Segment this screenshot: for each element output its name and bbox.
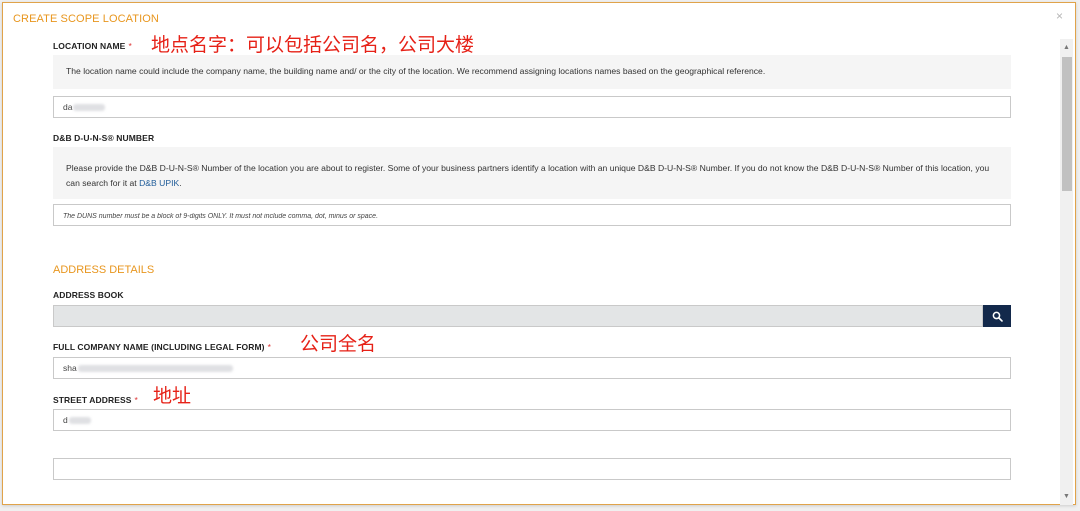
duns-number-label: D&B D-U-N-S® NUMBER [53, 133, 155, 143]
redacted-text [73, 103, 106, 111]
required-marker: * [128, 41, 132, 51]
address-details-title: ADDRESS DETAILS [53, 264, 155, 276]
modal-title: CREATE SCOPE LOCATION [13, 13, 159, 25]
modal-content: LOCATION NAME * 地点名字：可以包括公司名，公司大楼 The loc… [3, 33, 1049, 505]
full-company-name-input[interactable]: sha [53, 357, 1011, 379]
address-book-label: ADDRESS BOOK [53, 290, 124, 300]
required-marker: * [267, 342, 272, 352]
search-icon [992, 311, 1003, 322]
street-address-annotation: 地址 [153, 386, 192, 407]
redacted-text [68, 416, 91, 424]
scroll-up-icon[interactable]: ▲ [1060, 41, 1073, 54]
scrollbar-thumb[interactable] [1062, 57, 1072, 191]
street-address-label: STREET ADDRESS * [53, 395, 138, 405]
scroll-down-icon[interactable]: ▼ [1060, 490, 1073, 503]
location-name-label: LOCATION NAME * [53, 41, 132, 51]
location-name-input[interactable]: da [53, 96, 1011, 118]
address-book-row [53, 305, 1011, 327]
location-name-annotation: 地点名字：可以包括公司名，公司大楼 [151, 35, 475, 56]
duns-number-input[interactable] [53, 204, 1011, 226]
street-address-input[interactable]: d [53, 409, 1011, 431]
required-marker: * [134, 395, 138, 405]
address-book-search-button[interactable] [983, 305, 1011, 327]
full-company-name-label: FULL COMPANY NAME (INCLUDING LEGAL FORM)… [53, 342, 272, 352]
create-scope-location-modal: CREATE SCOPE LOCATION × LOCATION NAME * 地… [2, 2, 1076, 505]
company-name-annotation: 公司全名 [300, 334, 377, 355]
redacted-text [77, 364, 233, 372]
location-name-info: The location name could include the comp… [53, 55, 1011, 89]
address-book-input[interactable] [53, 305, 983, 327]
street-address-line-2-input[interactable] [53, 458, 1011, 480]
close-icon[interactable]: × [1056, 9, 1063, 23]
duns-info: Please provide the D&B D-U-N-S® Number o… [53, 147, 1011, 199]
dnb-upik-link[interactable]: D&B UPIK [139, 178, 179, 188]
scrollbar[interactable]: ▲ ▼ [1060, 39, 1073, 505]
